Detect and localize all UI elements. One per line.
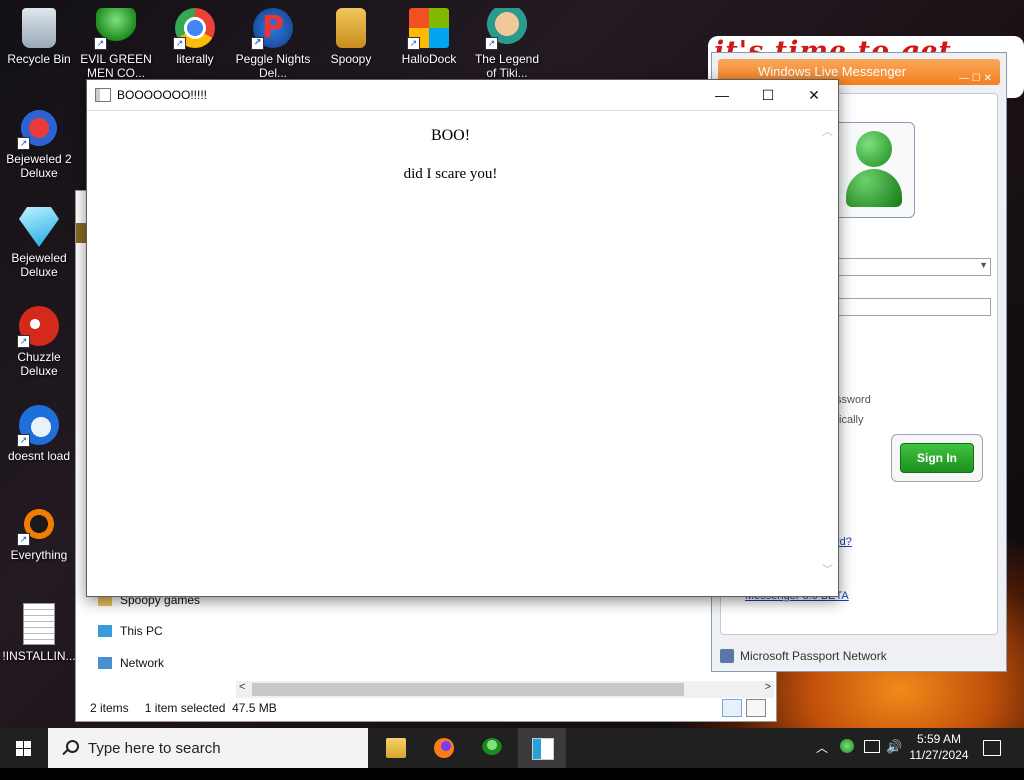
scroll-down-icon[interactable]: ﹀ — [822, 561, 833, 577]
maximize-button[interactable]: ☐ — [745, 80, 791, 110]
taskbar-firefox[interactable] — [420, 728, 468, 768]
desktop-icon-recycle-bin[interactable]: Recycle Bin — [1, 0, 77, 66]
desktop-icon-spoopy[interactable]: Spoopy — [313, 0, 389, 66]
app-window-icon — [95, 88, 111, 102]
shortcut-arrow-icon: ↗ — [17, 434, 30, 447]
close-button[interactable]: ✕ — [791, 80, 837, 110]
avatar — [831, 122, 915, 218]
file-explorer-icon — [386, 738, 406, 758]
messenger-buddy-icon — [482, 738, 502, 758]
large-icons-view-icon[interactable] — [746, 699, 766, 717]
sign-in-automatically-label: tically — [836, 414, 864, 426]
messenger-window-controls[interactable]: — ☐ ✕ — [959, 66, 992, 92]
item-count: 2 items — [90, 701, 129, 715]
desktop-icon-installing[interactable]: !INSTALLIN... — [1, 595, 77, 663]
desktop-icon-chuzzle[interactable]: ↗ Chuzzle Deluxe — [1, 298, 77, 378]
taskbar: Type here to search ︿ 🔊 5:59 AM 11/27/20… — [0, 728, 1024, 768]
desktop-icon-bejeweled[interactable]: Bejeweled Deluxe — [1, 199, 77, 279]
taskbar-clock[interactable]: 5:59 AM 11/27/2024 — [904, 731, 974, 763]
search-placeholder: Type here to search — [88, 739, 221, 757]
computer-icon — [98, 625, 112, 637]
windows-logo-icon: ↗ — [407, 8, 449, 50]
volume-icon[interactable]: 🔊 — [886, 739, 902, 779]
show-hidden-icons-chevron-icon[interactable]: ︿ — [816, 739, 828, 779]
recycle-bin-icon — [22, 8, 56, 48]
desktop-icon-evil-green-men[interactable]: ↗ EVIL GREEN MEN CO... — [78, 0, 154, 80]
desktop: it's time to get shit Recycle Bin ↗ EVIL… — [0, 0, 1024, 728]
selection-info: 1 item selected 47.5 MB — [144, 701, 277, 715]
peggle-icon: P ↗ — [251, 8, 293, 50]
shortcut-arrow-icon: ↗ — [407, 37, 420, 50]
taskbar-file-explorer[interactable] — [372, 728, 420, 768]
desktop-icon-doesnt-load[interactable]: ↗ doesnt load — [1, 397, 77, 463]
desktop-icon-hallodock[interactable]: ↗ HalloDock — [391, 0, 467, 66]
shortcut-arrow-icon: ↗ — [251, 37, 264, 50]
remember-password-label: ssword — [836, 394, 871, 406]
thunderbird-icon: ↗ — [17, 405, 59, 447]
diamond-gem-icon — [19, 207, 59, 247]
search-icon — [62, 740, 79, 756]
messenger-tray-icon[interactable] — [840, 739, 854, 779]
shortcut-arrow-icon: ↗ — [17, 137, 30, 150]
window-content: BOO! did I scare you! ︿ ﹀ — [88, 111, 837, 595]
nav-item-network[interactable]: Network — [98, 656, 164, 670]
messenger-footer: Microsoft Passport Network — [720, 649, 887, 663]
boo-window[interactable]: BOOOOOOO!!!!! — ☐ ✕ BOO! did I scare you… — [86, 79, 839, 597]
taskbar-hta-window[interactable] — [518, 728, 566, 768]
desktop-icon-bejeweled-2[interactable]: ↗ Bejeweled 2 Deluxe — [1, 100, 77, 180]
start-button[interactable] — [0, 728, 48, 768]
scroll-right-icon[interactable]: > — [765, 681, 771, 693]
shortcut-arrow-icon: ↗ — [485, 37, 498, 50]
firefox-icon — [434, 738, 454, 758]
network-icon — [98, 657, 112, 669]
network-tray-icon[interactable] — [864, 740, 880, 780]
notification-center-icon[interactable] — [983, 740, 1001, 756]
taskbar-messenger[interactable] — [468, 728, 516, 768]
clock-time: 5:59 AM — [916, 732, 962, 746]
scroll-up-icon[interactable]: ︿ — [822, 123, 833, 139]
scroll-left-icon[interactable]: < — [239, 681, 245, 693]
scrollbar-thumb[interactable] — [252, 683, 684, 696]
shortcut-arrow-icon: ↗ — [17, 335, 30, 348]
clock-date: 11/27/2024 — [909, 748, 969, 762]
nav-item-this-pc[interactable]: This PC — [98, 624, 163, 638]
chevron-down-icon: ▼ — [979, 260, 988, 270]
messenger-buddy-icon: ↗ — [94, 8, 136, 50]
status-bar: 2 items 1 item selected 47.5 MB — [90, 701, 277, 715]
taskbar-search[interactable]: Type here to search — [48, 728, 368, 768]
window-title: BOOOOOOO!!!!! — [117, 88, 208, 102]
chuzzle-icon: ↗ — [17, 306, 59, 348]
shortcut-arrow-icon: ↗ — [173, 37, 186, 50]
desktop-icon-literally[interactable]: ↗ literally — [157, 0, 233, 66]
passport-icon — [720, 649, 734, 663]
details-view-icon[interactable] — [722, 699, 742, 717]
desktop-icon-peggle-nights[interactable]: P ↗ Peggle Nights Del... — [235, 0, 311, 80]
horizontal-scrollbar[interactable]: < > — [236, 681, 774, 698]
sign-in-button[interactable]: Sign In — [900, 443, 974, 473]
chrome-icon: ↗ — [173, 8, 215, 50]
everything-search-icon: ↗ — [17, 504, 59, 546]
app-window-icon — [532, 738, 554, 760]
text-document-icon — [23, 603, 55, 645]
scare-message: did I scare you! — [403, 166, 498, 182]
sign-in-frame: Sign In — [891, 434, 983, 482]
desktop-icon-legend-of-tiki[interactable]: ↗ The Legend of Tiki... — [469, 0, 545, 80]
folder-icon — [336, 8, 366, 48]
boo-heading: BOO! — [430, 127, 471, 144]
minimize-button[interactable]: — — [699, 80, 745, 110]
window-titlebar[interactable]: BOOOOOOO!!!!! — ☐ ✕ — [87, 80, 838, 111]
windows-start-icon — [16, 741, 32, 756]
desktop-icon-everything[interactable]: ↗ Everything — [1, 496, 77, 562]
shortcut-arrow-icon: ↗ — [17, 533, 30, 546]
tiki-character-icon: ↗ — [485, 8, 527, 50]
shortcut-arrow-icon: ↗ — [94, 37, 107, 50]
bejeweled-2-icon: ↗ — [17, 108, 59, 150]
view-buttons — [722, 699, 766, 717]
